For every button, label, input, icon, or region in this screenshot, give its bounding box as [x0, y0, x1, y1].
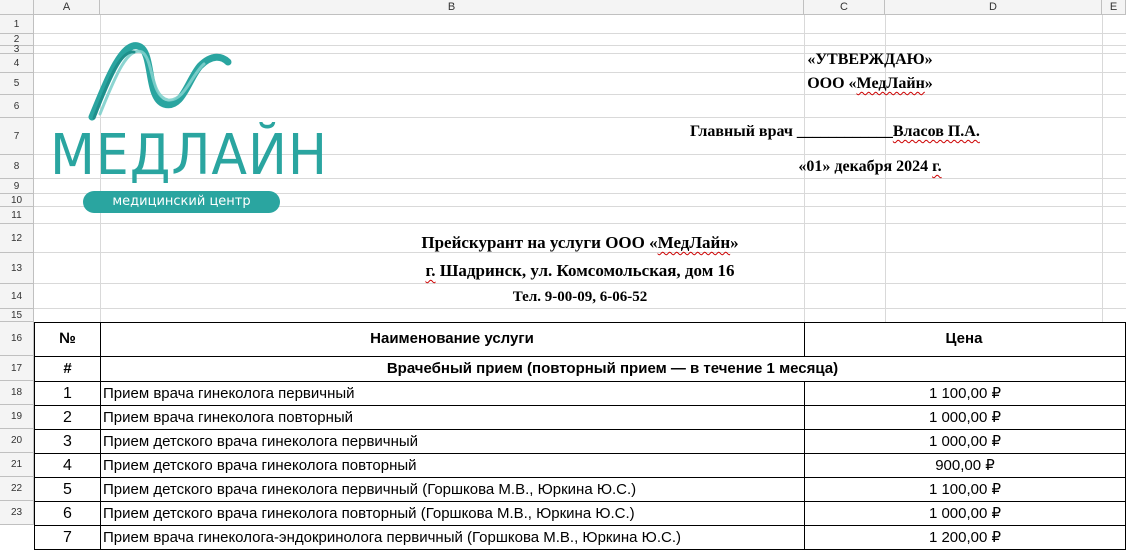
- row-header-15[interactable]: 15: [0, 309, 34, 322]
- row-num[interactable]: 6: [35, 502, 100, 525]
- approval-doctor: Главный врач ____________Власов П.А.: [690, 123, 980, 140]
- row-header-19[interactable]: 19: [0, 405, 34, 429]
- company-logo: МЕДЛАЙН медицинский центр: [50, 38, 328, 218]
- price-list-phone: Тел. 9-00-09, 6-06-52: [512, 289, 648, 305]
- logo-tagline-pill: медицинский центр: [83, 191, 280, 213]
- approval-date: «01» декабря 2024 г.: [798, 158, 942, 175]
- header-service-name[interactable]: Наименование услуги: [101, 323, 803, 355]
- section-title[interactable]: Врачебный прием (повторный прием — в теч…: [101, 357, 1124, 381]
- row-header-18[interactable]: 18: [0, 381, 34, 405]
- price-list-address: г. Шадринск, ул. Комсомольская, дом 16: [425, 261, 735, 280]
- row-header-23[interactable]: 23: [0, 501, 34, 525]
- approval-line-1: «УТВЕРЖДАЮ»: [807, 51, 933, 68]
- row-num[interactable]: 1: [35, 382, 100, 405]
- row-num[interactable]: 5: [35, 478, 100, 501]
- row-header-17[interactable]: 17: [0, 356, 34, 381]
- row-num[interactable]: 7: [35, 526, 100, 549]
- row-num[interactable]: 2: [35, 406, 100, 429]
- column-header-c[interactable]: C: [804, 0, 885, 15]
- row-header-12[interactable]: 12: [0, 224, 34, 253]
- approval-org: ООО «МедЛайн»: [807, 75, 933, 92]
- header-price[interactable]: Цена: [804, 323, 1124, 355]
- row-header-9[interactable]: 9: [0, 179, 34, 194]
- row-header-7[interactable]: 7: [0, 118, 34, 155]
- row-header-8[interactable]: 8: [0, 155, 34, 179]
- header-num[interactable]: №: [35, 323, 100, 355]
- row-header-4[interactable]: 4: [0, 54, 34, 73]
- column-header-a[interactable]: A: [34, 0, 100, 15]
- row-num[interactable]: 3: [35, 430, 100, 453]
- section-num[interactable]: #: [35, 357, 100, 381]
- column-header-d[interactable]: D: [885, 0, 1102, 15]
- row-header-1[interactable]: 1: [0, 15, 34, 34]
- row-header-6[interactable]: 6: [0, 95, 34, 118]
- row-price[interactable]: 900,00 ₽: [805, 454, 1125, 477]
- price-list-title: Прейскурант на услуги ООО «МедЛайн»: [421, 233, 739, 252]
- row-header-3[interactable]: 3: [0, 44, 34, 55]
- row-header-20[interactable]: 20: [0, 429, 34, 453]
- row-service-name[interactable]: Прием врача гинеколога-эндокринолога пер…: [103, 526, 803, 549]
- row-header-5[interactable]: 5: [0, 73, 34, 95]
- row-service-name[interactable]: Прием детского врача гинеколога повторны…: [103, 502, 803, 525]
- row-header-21[interactable]: 21: [0, 453, 34, 477]
- row-header-14[interactable]: 14: [0, 284, 34, 309]
- row-service-name[interactable]: Прием детского врача гинеколога первичны…: [103, 478, 803, 501]
- column-header-e[interactable]: E: [1102, 0, 1126, 15]
- logo-brand-text: МЕДЛАЙН: [50, 123, 328, 188]
- row-header-22[interactable]: 22: [0, 477, 34, 501]
- row-price[interactable]: 1 000,00 ₽: [805, 502, 1125, 525]
- row-price[interactable]: 1 000,00 ₽: [805, 406, 1125, 429]
- row-header-10[interactable]: 10: [0, 194, 34, 207]
- logo-tagline: медицинский центр: [112, 194, 251, 209]
- row-header-13[interactable]: 13: [0, 253, 34, 284]
- row-price[interactable]: 1 000,00 ₽: [805, 430, 1125, 453]
- row-header-16[interactable]: 16: [0, 322, 34, 356]
- row-service-name[interactable]: Прием детского врача гинеколога первичны…: [103, 430, 803, 453]
- column-header-b[interactable]: B: [100, 0, 804, 15]
- row-price[interactable]: 1 100,00 ₽: [805, 478, 1125, 501]
- row-service-name[interactable]: Прием врача гинеколога повторный: [103, 406, 803, 429]
- row-header-11[interactable]: 11: [0, 207, 34, 224]
- select-all-corner[interactable]: [0, 0, 34, 15]
- row-price[interactable]: 1 200,00 ₽: [805, 526, 1125, 549]
- row-service-name[interactable]: Прием детского врача гинеколога повторны…: [103, 454, 803, 477]
- row-price[interactable]: 1 100,00 ₽: [805, 382, 1125, 405]
- row-num[interactable]: 4: [35, 454, 100, 477]
- row-service-name[interactable]: Прием врача гинеколога первичный: [103, 382, 803, 405]
